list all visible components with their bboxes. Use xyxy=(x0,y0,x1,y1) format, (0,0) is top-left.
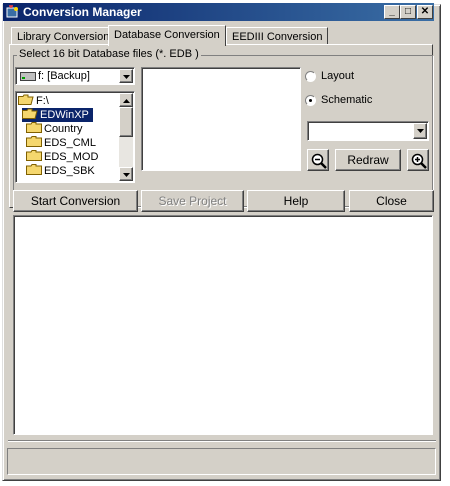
database-file-list[interactable] xyxy=(141,67,301,171)
chevron-down-icon xyxy=(123,75,130,79)
tree-item-label: EDS_SBK xyxy=(44,165,95,177)
tree-item-label: EDWinXP xyxy=(40,109,89,121)
minimize-icon: _ xyxy=(389,6,395,17)
redraw-button[interactable]: Redraw xyxy=(335,149,401,171)
maximize-button[interactable]: □ xyxy=(400,5,416,19)
zoom-in-button[interactable] xyxy=(407,149,429,171)
tab-library-conversion[interactable]: Library Conversion xyxy=(11,27,116,45)
drive-dropdown-button[interactable] xyxy=(119,69,133,83)
view-dropdown-button[interactable] xyxy=(413,123,427,139)
tree-item[interactable]: EDS_CML xyxy=(26,136,96,150)
tree-item[interactable]: F:\ xyxy=(18,94,49,108)
title-bar[interactable]: Conversion Manager _ □ ✕ xyxy=(3,3,434,21)
open-folder-icon xyxy=(18,94,34,105)
separator xyxy=(8,440,436,442)
conversion-output-area[interactable] xyxy=(13,215,433,435)
chevron-down-icon xyxy=(417,129,424,133)
scroll-thumb[interactable] xyxy=(119,107,133,137)
group-label: Select 16 bit Database files (*. EDB ) xyxy=(17,48,201,60)
scroll-down-button[interactable] xyxy=(119,167,133,181)
chevron-up-icon xyxy=(123,99,130,103)
layout-radio-label: Layout xyxy=(321,70,355,82)
open-folder-icon xyxy=(22,108,38,119)
drive-value: f: [Backup] xyxy=(38,70,90,82)
drive-icon xyxy=(20,72,36,81)
radio-circle xyxy=(305,71,316,82)
folder-tree[interactable]: F:\ EDWinXP Country EDS_CML EDS_MOD EDS_… xyxy=(15,91,135,183)
tree-item-label: EDS_MOD xyxy=(44,151,99,163)
close-window-button[interactable]: ✕ xyxy=(417,5,433,19)
folder-icon xyxy=(26,136,42,147)
scroll-up-button[interactable] xyxy=(119,93,133,107)
app-icon xyxy=(6,5,18,18)
tree-item-label: F:\ xyxy=(36,95,49,107)
window-title: Conversion Manager xyxy=(23,5,142,19)
help-button[interactable]: Help xyxy=(247,190,345,212)
minimize-button[interactable]: _ xyxy=(384,5,400,19)
tree-item-label: Country xyxy=(44,123,83,135)
tree-item[interactable]: Country xyxy=(26,122,83,136)
status-bar xyxy=(7,448,436,475)
view-combobox[interactable] xyxy=(307,121,429,141)
tree-item-selected[interactable]: EDWinXP xyxy=(22,108,93,122)
schematic-radio-label: Schematic xyxy=(321,94,373,106)
tree-item[interactable]: EDS_MOD xyxy=(26,150,98,164)
save-project-button[interactable]: Save Project xyxy=(141,190,244,212)
close-icon: ✕ xyxy=(420,6,430,17)
radio-selected-dot xyxy=(309,99,312,102)
zoom-out-button[interactable] xyxy=(307,149,329,171)
start-conversion-button[interactable]: Start Conversion xyxy=(13,190,138,212)
radio-circle xyxy=(305,95,316,106)
zoom-out-icon xyxy=(311,153,327,169)
drive-combobox[interactable]: f: [Backup] xyxy=(15,67,135,85)
maximize-icon: □ xyxy=(404,6,412,17)
tree-scrollbar[interactable] xyxy=(119,93,133,181)
tab-database-conversion[interactable]: Database Conversion xyxy=(108,25,226,46)
zoom-in-icon xyxy=(411,153,427,169)
folder-icon xyxy=(26,122,42,133)
chevron-down-icon xyxy=(123,173,130,177)
close-button[interactable]: Close xyxy=(349,190,434,212)
tree-item[interactable]: EDS_SBK xyxy=(26,164,95,178)
tree-item-label: EDS_CML xyxy=(44,137,96,149)
folder-icon xyxy=(26,150,42,161)
tab-eediii-conversion[interactable]: EEDIII Conversion xyxy=(226,27,329,45)
folder-icon xyxy=(26,164,42,175)
